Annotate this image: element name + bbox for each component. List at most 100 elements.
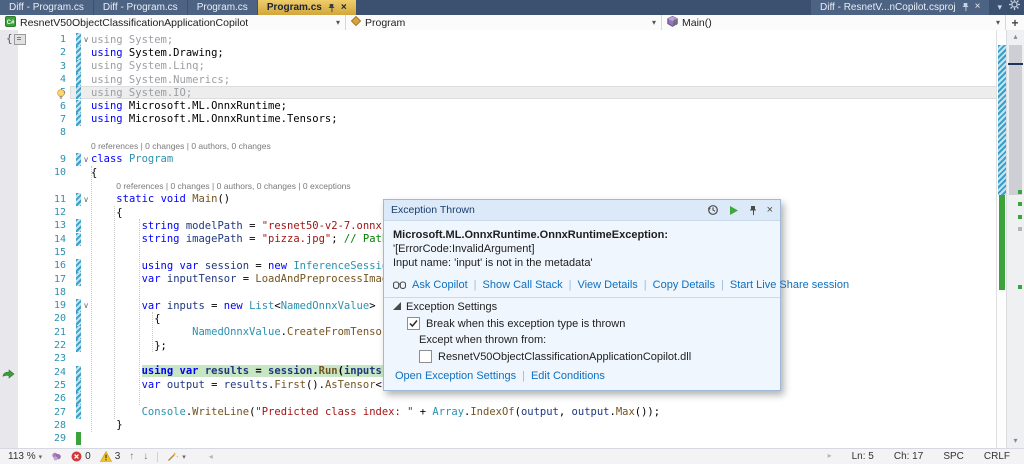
current-line-highlight xyxy=(70,86,997,99)
code-text[interactable]: { xyxy=(91,167,97,179)
break-checkbox[interactable] xyxy=(407,317,420,330)
close-icon[interactable]: × xyxy=(767,204,773,216)
code-line[interactable]: 26 xyxy=(0,392,997,405)
code-text[interactable]: using System.Linq; xyxy=(91,60,205,72)
change-track-empty xyxy=(76,286,81,299)
tab-list-chevron-icon[interactable]: ▾ xyxy=(997,0,1002,15)
next-issue-button[interactable]: ↓ xyxy=(143,451,148,462)
code-text[interactable]: var inputTensor = LoadAndPreprocessImage… xyxy=(91,273,401,285)
code-text[interactable]: using System.IO; xyxy=(91,87,192,99)
line-number: 13 xyxy=(18,220,74,231)
tab-1[interactable]: Diff - Program.cs xyxy=(94,0,187,15)
change-track-bar xyxy=(76,366,81,379)
line-number: 24 xyxy=(18,367,74,378)
code-line[interactable]: 27 Console.WriteLine("Predicted class in… xyxy=(0,405,997,418)
code-text[interactable]: using Microsoft.ML.OnnxRuntime.Tensors; xyxy=(91,113,338,125)
fold-chevron-icon[interactable]: ∨ xyxy=(81,155,91,164)
history-icon[interactable] xyxy=(707,204,719,216)
code-text[interactable]: using System; xyxy=(91,34,173,46)
change-track-bar xyxy=(76,379,81,392)
close-icon[interactable]: × xyxy=(341,3,347,13)
gear-icon[interactable] xyxy=(1009,0,1020,15)
error-count[interactable]: 0 xyxy=(71,451,91,462)
close-icon[interactable]: × xyxy=(975,2,981,12)
code-line[interactable]: 9∨class Program xyxy=(0,153,997,166)
code-line[interactable]: 2using System.Drawing; xyxy=(0,46,997,59)
line-number: 18 xyxy=(18,287,74,298)
expander-icon[interactable] xyxy=(393,301,401,313)
code-line[interactable]: 29 xyxy=(0,432,997,445)
dialog-link-view-details[interactable]: View Details xyxy=(577,279,637,291)
dialog-link-ask-copilot[interactable]: Ask Copilot xyxy=(412,279,468,291)
hscroll-left-arrow-icon[interactable]: ◂ xyxy=(209,452,213,461)
fold-chevron-icon[interactable]: ∨ xyxy=(81,301,91,310)
fold-chevron-icon[interactable]: ∨ xyxy=(81,195,91,204)
dialog-link-copy-details[interactable]: Copy Details xyxy=(653,279,715,291)
member-dropdown[interactable]: Main() ▾ xyxy=(662,15,1006,30)
dll-checkbox[interactable] xyxy=(419,350,432,363)
line-number: 22 xyxy=(18,340,74,351)
continue-play-icon[interactable] xyxy=(728,205,739,216)
code-line[interactable]: 4using System.Numerics; xyxy=(0,73,997,86)
pin-icon[interactable] xyxy=(961,2,970,12)
code-text[interactable]: string imagePath = "pizza.jpg"; // Path … xyxy=(91,233,401,245)
code-text[interactable]: using System.Drawing; xyxy=(91,47,224,59)
pin-icon[interactable] xyxy=(327,3,336,13)
link-separator: | xyxy=(569,279,572,291)
code-line[interactable]: 5using System.IO; xyxy=(0,86,997,99)
split-editor-button[interactable]: + xyxy=(1006,15,1024,30)
pin-icon[interactable] xyxy=(748,205,758,216)
code-text[interactable]: }; xyxy=(91,340,167,352)
vertical-scrollbar[interactable]: ▴ ▾ xyxy=(1006,30,1024,448)
code-text[interactable]: string modelPath = "resnet50-v2-7.onnx"; xyxy=(91,220,394,232)
project-dropdown[interactable]: C# ResnetV50ObjectClassificationApplicat… xyxy=(0,15,346,30)
code-text[interactable]: using var session = new InferenceSession… xyxy=(91,260,401,272)
code-cleanup-button[interactable]: ▾ xyxy=(167,451,186,462)
code-text[interactable]: using Microsoft.ML.OnnxRuntime; xyxy=(91,100,287,112)
caret-position-group: ▸ Ln: 5 Ch: 17 SPC CRLF xyxy=(828,451,1016,462)
warning-count[interactable]: 3 xyxy=(100,451,121,462)
code-text[interactable]: using System.Numerics; xyxy=(91,74,230,86)
code-line[interactable]: 8 xyxy=(0,126,997,139)
code-text[interactable]: } xyxy=(91,419,123,431)
line-number: 8 xyxy=(18,127,74,138)
code-line[interactable]: 7using Microsoft.ML.OnnxRuntime.Tensors; xyxy=(0,113,997,126)
dialog-link-start-live-share-session[interactable]: Start Live Share session xyxy=(730,279,849,291)
settings-link-open-exception-settings[interactable]: Open Exception Settings xyxy=(395,370,516,382)
code-line[interactable]: 3using System.Linq; xyxy=(0,60,997,73)
code-line[interactable]: 1∨using System; xyxy=(0,33,997,46)
code-editor[interactable]: { 1∨using System;2using System.Drawing;3… xyxy=(0,30,1024,448)
tab-right[interactable]: Diff - ResnetV...nCopilot.csproj× xyxy=(811,0,989,15)
code-line[interactable]: 6using Microsoft.ML.OnnxRuntime; xyxy=(0,100,997,113)
previous-issue-button[interactable]: ↑ xyxy=(129,451,134,462)
code-line[interactable]: 28 } xyxy=(0,419,997,432)
scrollbar-thumb[interactable] xyxy=(1009,45,1022,195)
code-text[interactable]: using var results = session.Run(inputs); xyxy=(91,364,416,380)
tab-3-active[interactable]: Program.cs× xyxy=(258,0,356,15)
fold-chevron-icon[interactable]: ∨ xyxy=(81,35,91,44)
dialog-link-show-call-stack[interactable]: Show Call Stack xyxy=(483,279,563,291)
link-separator: | xyxy=(474,279,477,291)
tab-0[interactable]: Diff - Program.cs xyxy=(0,0,93,15)
document-health-icon[interactable] xyxy=(51,451,62,462)
tab-2[interactable]: Program.cs xyxy=(188,0,257,15)
codelens-links[interactable]: 0 references | 0 changes | 0 authors, 0 … xyxy=(116,181,350,191)
codelens-links[interactable]: 0 references | 0 changes | 0 authors, 0 … xyxy=(91,141,271,151)
zoom-select[interactable]: 113 % ▾ xyxy=(8,451,42,462)
scroll-down-arrow-icon[interactable]: ▾ xyxy=(1007,435,1024,447)
scroll-up-arrow-icon[interactable]: ▴ xyxy=(1007,31,1024,43)
code-line[interactable]: 10{ xyxy=(0,166,997,179)
code-text[interactable]: { xyxy=(91,313,161,325)
code-text[interactable]: { xyxy=(91,207,123,219)
code-text[interactable]: static void Main() xyxy=(91,193,230,205)
code-text[interactable]: var inputs = new List<NamedOnnxValue> xyxy=(91,300,376,312)
change-track-bar xyxy=(76,219,81,232)
code-text[interactable]: NamedOnnxValue.CreateFromTensor("in xyxy=(91,326,413,338)
hscroll-right-arrow-icon[interactable]: ▸ xyxy=(828,451,832,462)
code-text[interactable]: class Program xyxy=(91,153,173,165)
settings-link-edit-conditions[interactable]: Edit Conditions xyxy=(531,370,605,382)
code-text[interactable]: Console.WriteLine("Predicted class index… xyxy=(91,406,660,418)
type-dropdown[interactable]: Program ▾ xyxy=(346,15,662,30)
scrollbar-change-mark xyxy=(1018,285,1022,289)
exception-dialog-titlebar[interactable]: Exception Thrown × xyxy=(384,200,780,221)
